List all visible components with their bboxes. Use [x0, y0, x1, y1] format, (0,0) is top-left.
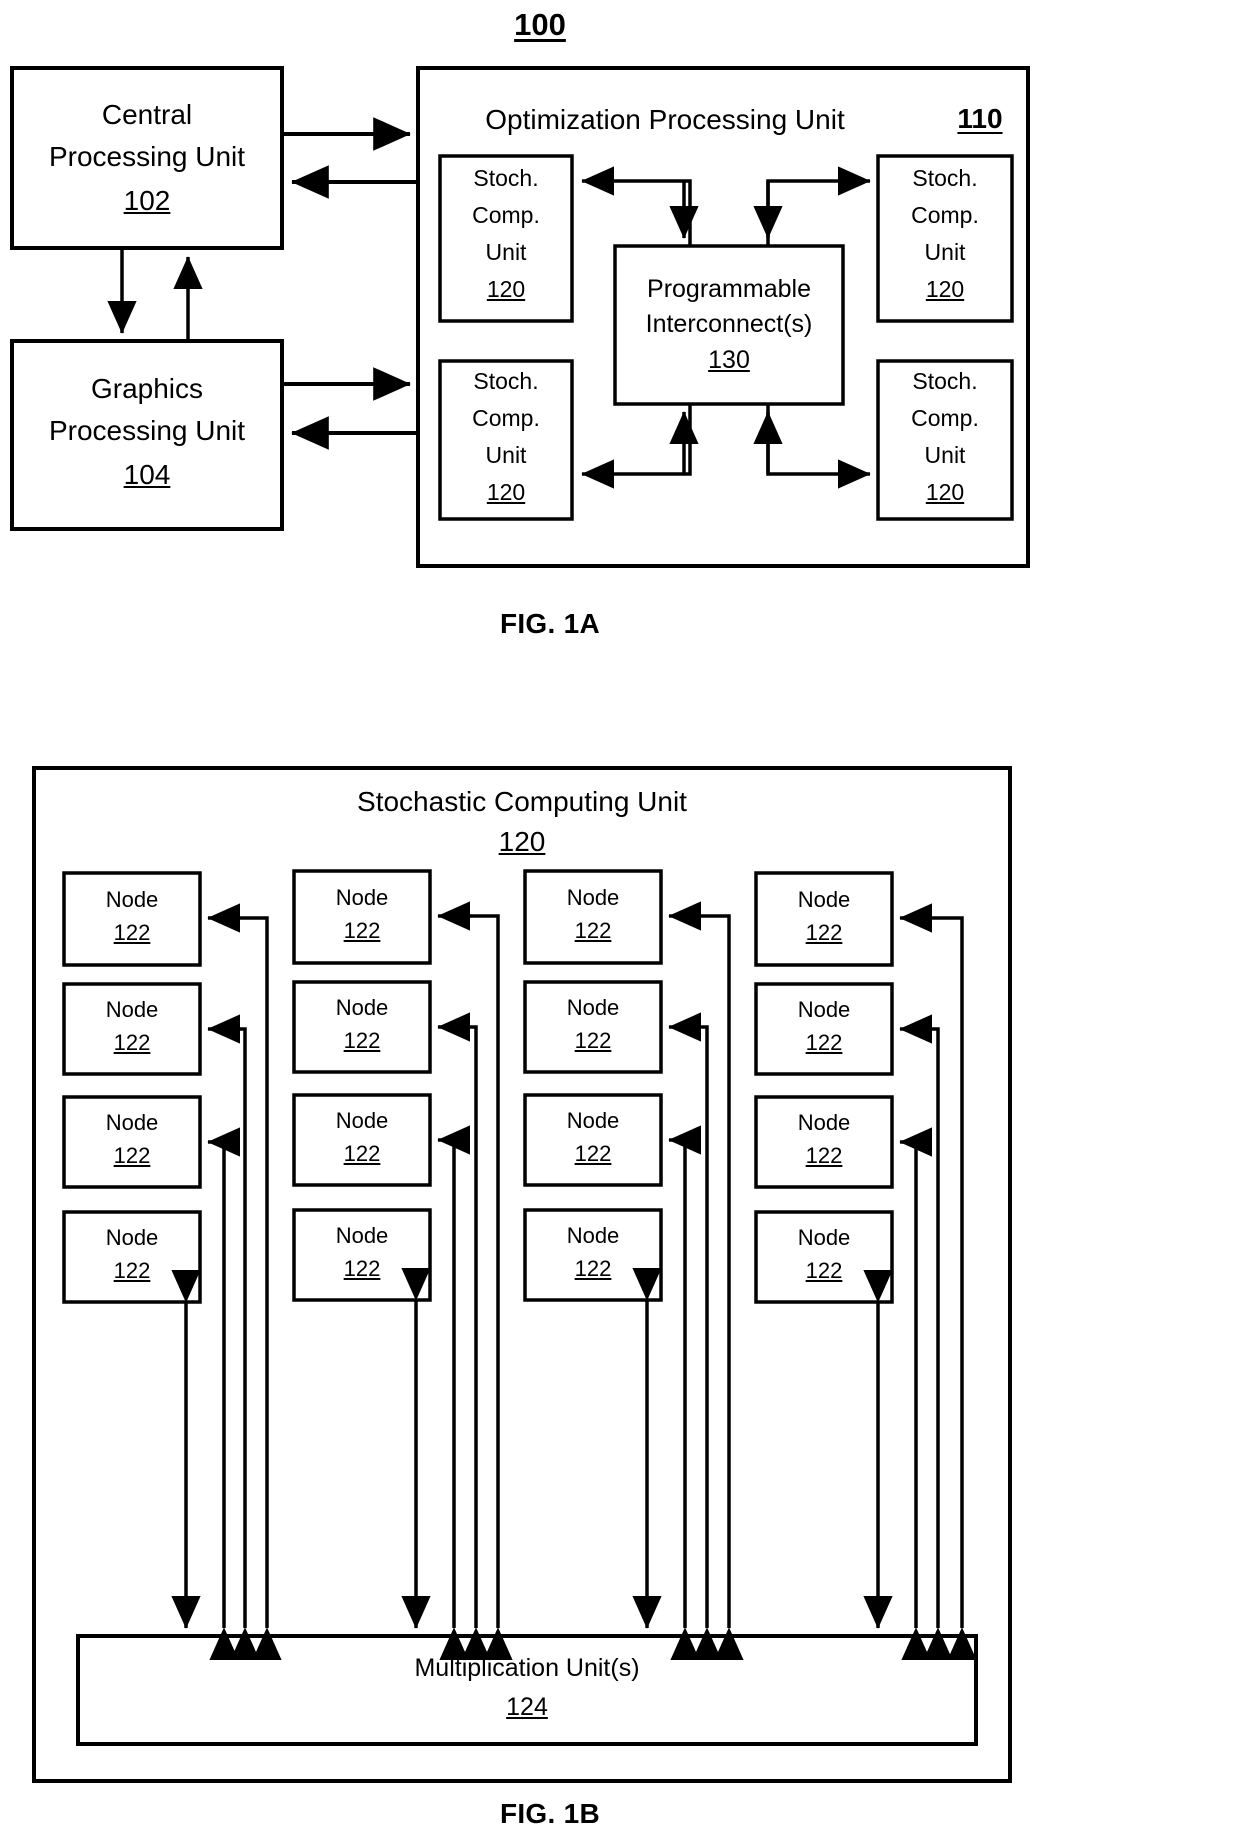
- scu4-line3: Unit: [924, 442, 966, 468]
- scu1-line2: Comp.: [472, 202, 540, 228]
- fig-1a-caption: FIG. 1A: [499, 608, 601, 639]
- node-ref-r3c2: 122: [343, 1141, 381, 1166]
- node-label-r1c3: Node: [566, 885, 620, 910]
- node-ref-r4c3: 122: [574, 1256, 612, 1281]
- scu2-ref: 120: [925, 276, 965, 302]
- node-label-r3c2: Node: [335, 1108, 389, 1133]
- node-ref-r4c2: 122: [343, 1256, 381, 1281]
- node-ref-r1c3: 122: [574, 918, 612, 943]
- node-ref-r2c3: 122: [574, 1028, 612, 1053]
- multiplication-unit-ref: 124: [506, 1693, 548, 1721]
- node-label-r2c1: Node: [105, 997, 159, 1022]
- node-label-r2c2: Node: [335, 995, 389, 1020]
- node-ref-r1c4: 122: [805, 920, 843, 945]
- cpu-title-line2: Processing Unit: [48, 141, 246, 172]
- node-label-r3c1: Node: [105, 1110, 159, 1135]
- node-label-r3c4: Node: [797, 1110, 851, 1135]
- node-label-r4c3: Node: [566, 1223, 620, 1248]
- node-label-r2c3: Node: [566, 995, 620, 1020]
- multiplication-unit-title: Multiplication Unit(s): [414, 1654, 640, 1682]
- node-label-r1c4: Node: [797, 887, 851, 912]
- scu1-line3: Unit: [485, 239, 527, 265]
- cpu-title-line1: Central: [101, 99, 193, 130]
- node-ref-r2c4: 122: [805, 1030, 843, 1055]
- interconnect-title-line1: Programmable: [647, 275, 811, 303]
- node-label-r2c4: Node: [797, 997, 851, 1022]
- scu3-line1: Stoch.: [473, 368, 539, 394]
- scu3-ref: 120: [486, 479, 526, 505]
- node-ref-r4c1: 122: [113, 1258, 151, 1283]
- system-ref-100: 100: [514, 7, 566, 42]
- interconnect-ref: 130: [708, 346, 750, 374]
- gpu-title-line2: Processing Unit: [48, 415, 246, 446]
- node-ref-r3c4: 122: [805, 1143, 843, 1168]
- node-ref-r3c1: 122: [113, 1143, 151, 1168]
- scu4-ref: 120: [925, 479, 965, 505]
- node-label-r1c2: Node: [335, 885, 389, 910]
- scu3-line2: Comp.: [472, 405, 540, 431]
- scu4-line2: Comp.: [911, 405, 979, 431]
- scu2-line3: Unit: [924, 239, 966, 265]
- patent-drawing-sheet: 100 Central Processing Unit 102 Graphics…: [0, 0, 1240, 1847]
- multiplication-unit-box: [76, 1634, 978, 1746]
- scu4-line1: Stoch.: [912, 368, 978, 394]
- scu-title: Stochastic Computing Unit: [357, 786, 687, 817]
- fig-1b-caption: FIG. 1B: [499, 1798, 601, 1829]
- node-label-r4c1: Node: [105, 1225, 159, 1250]
- opu-ref: 110: [957, 103, 1003, 134]
- node-ref-r2c2: 122: [343, 1028, 381, 1053]
- interconnect-title-line2: Interconnect(s): [645, 310, 813, 338]
- scu1-line1: Stoch.: [473, 165, 539, 191]
- opu-title: Optimization Processing Unit: [485, 104, 845, 135]
- scu-ref: 120: [498, 826, 546, 857]
- cpu-ref: 102: [123, 185, 171, 216]
- node-ref-r4c4: 122: [805, 1258, 843, 1283]
- scu1-ref: 120: [486, 276, 526, 302]
- scu2-line2: Comp.: [911, 202, 979, 228]
- gpu-ref: 104: [123, 459, 171, 490]
- node-ref-r2c1: 122: [113, 1030, 151, 1055]
- node-ref-r3c3: 122: [574, 1141, 612, 1166]
- gpu-title-line1: Graphics: [90, 373, 204, 404]
- scu3-line3: Unit: [485, 442, 527, 468]
- node-label-r4c4: Node: [797, 1225, 851, 1250]
- node-label-r3c3: Node: [566, 1108, 620, 1133]
- node-ref-r1c2: 122: [343, 918, 381, 943]
- node-label-r1c1: Node: [105, 887, 159, 912]
- node-label-r4c2: Node: [335, 1223, 389, 1248]
- scu2-line1: Stoch.: [912, 165, 978, 191]
- node-ref-r1c1: 122: [113, 920, 151, 945]
